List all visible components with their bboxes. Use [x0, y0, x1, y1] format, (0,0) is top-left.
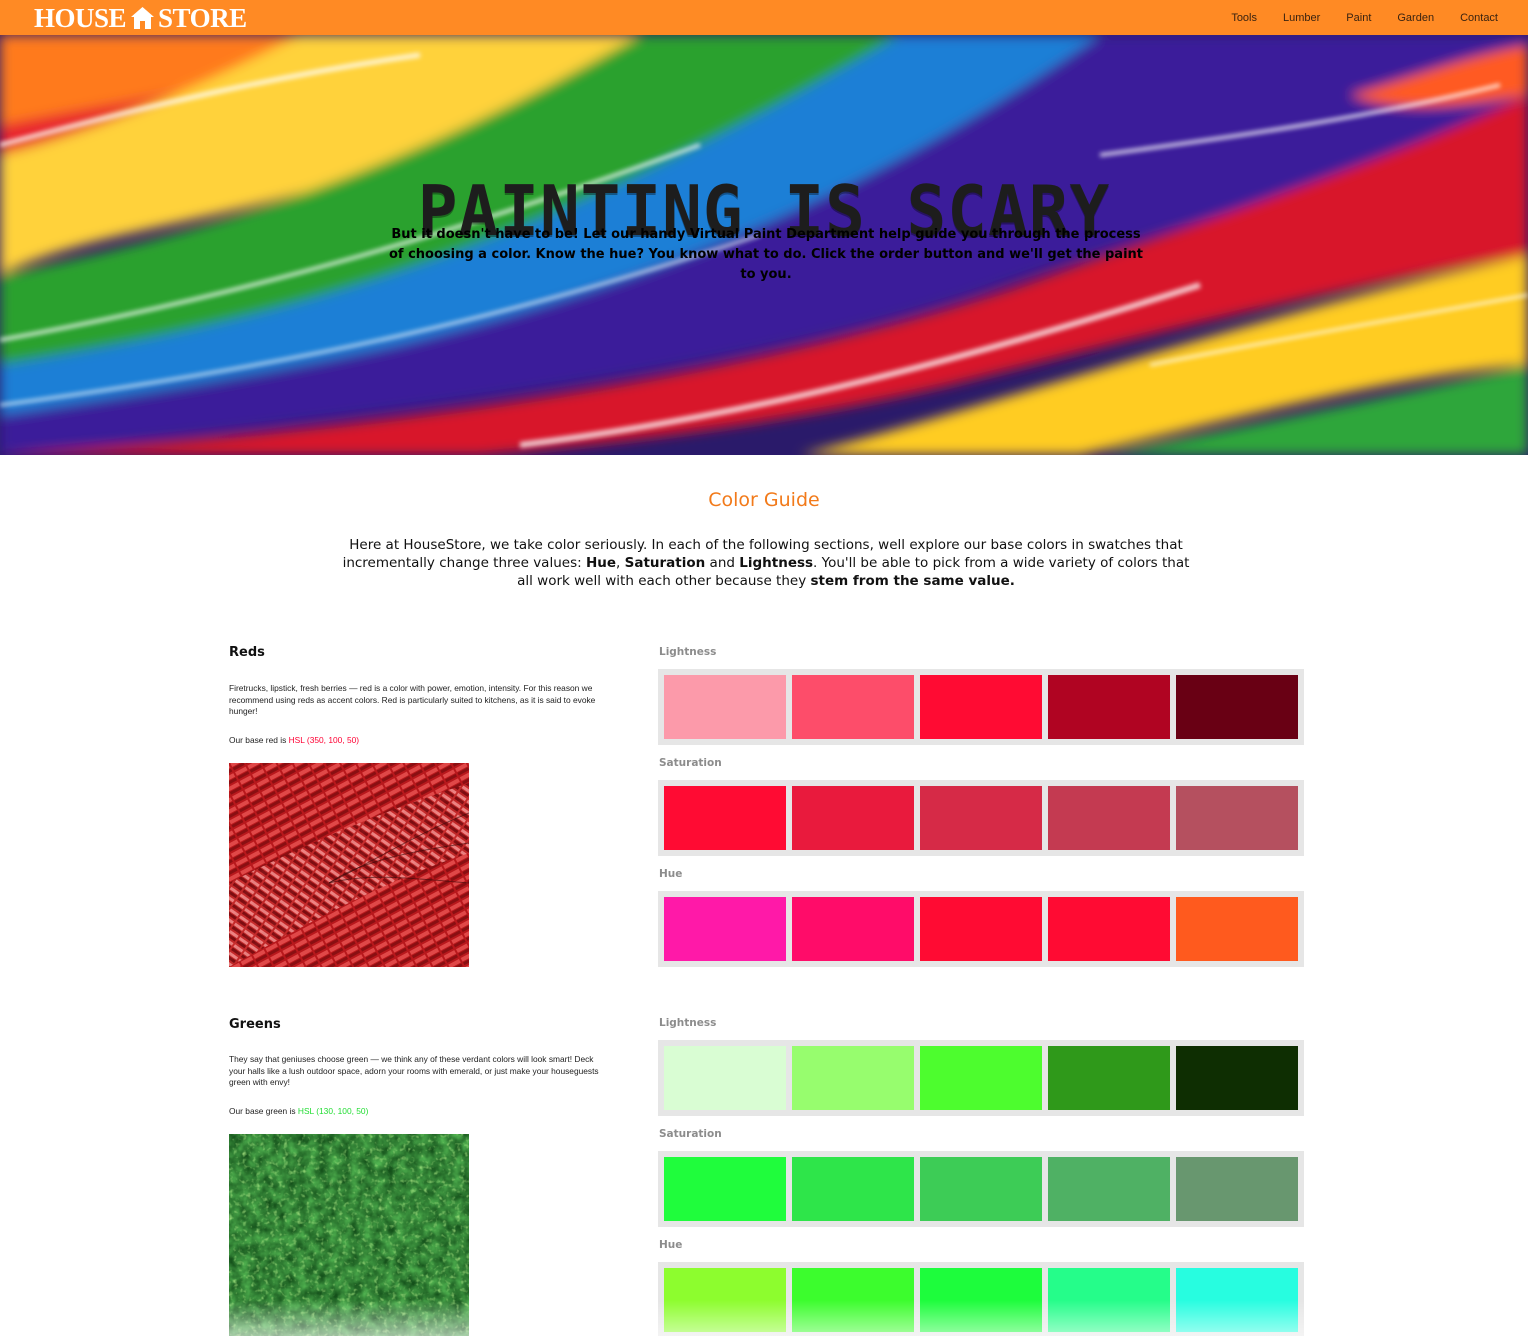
- intro-paragraph: Here at HouseStore, we take color seriou…: [338, 536, 1194, 590]
- greens-lightness-label: Lightness: [659, 1017, 717, 1029]
- reds-hue-row: [658, 891, 1304, 967]
- reds-lightness-label: Lightness: [659, 646, 717, 658]
- reds-hue-swatch-1[interactable]: [664, 897, 786, 961]
- reds-saturation-row: [658, 780, 1304, 856]
- greens-title: Greens: [229, 1017, 281, 1032]
- reds-saturation-swatch-4[interactable]: [1048, 786, 1170, 850]
- reds-saturation-swatch-3[interactable]: [920, 786, 1042, 850]
- intro-saturation: Saturation: [624, 555, 706, 571]
- reds-base-line: Our base red is HSL (350, 100, 50): [229, 735, 359, 745]
- reds-hue-label: Hue: [659, 868, 683, 880]
- greens-hue-swatch-1[interactable]: [664, 1268, 786, 1332]
- greens-base-line: Our base green is HSL (130, 100, 50): [229, 1106, 368, 1116]
- reds-photo: [229, 763, 469, 967]
- reds-hue-swatch-4[interactable]: [1048, 897, 1170, 961]
- top-nav-bar: HOUSE STORE Tools Lumber Paint Garden Co…: [0, 0, 1528, 35]
- reds-hue-swatch-2[interactable]: [792, 897, 914, 961]
- greens-lightness-swatch-5[interactable]: [1176, 1046, 1298, 1110]
- hero-text: But it doesn't have to be! Let our handy…: [388, 227, 1144, 282]
- greens-hue-swatch-4[interactable]: [1048, 1268, 1170, 1332]
- house-icon: [131, 7, 155, 29]
- reds-hue-swatch-3[interactable]: [920, 897, 1042, 961]
- greens-photo: [229, 1134, 469, 1336]
- greens-lightness-swatch-2[interactable]: [792, 1046, 914, 1110]
- greens-hue-row: [658, 1262, 1304, 1336]
- reds-description: Firetrucks, lipstick, fresh berries — re…: [229, 683, 596, 716]
- reds-lightness-swatch-2[interactable]: [792, 675, 914, 739]
- nav-contact[interactable]: Contact: [1460, 12, 1498, 24]
- logo-text-house: HOUSE: [34, 2, 127, 33]
- greens-lightness-swatch-3[interactable]: [920, 1046, 1042, 1110]
- nav-lumber[interactable]: Lumber: [1283, 12, 1320, 24]
- house-store-logo[interactable]: HOUSE STORE: [34, 2, 247, 33]
- greens-saturation-swatch-1[interactable]: [664, 1157, 786, 1221]
- greens-hue-swatch-3[interactable]: [920, 1268, 1042, 1332]
- reds-lightness-swatch-5[interactable]: [1176, 675, 1298, 739]
- nav-garden[interactable]: Garden: [1397, 12, 1434, 24]
- intro-lightness: Lightness: [739, 555, 814, 571]
- reds-base-value: HSL (350, 100, 50): [288, 735, 360, 745]
- greens-lightness-row: [658, 1040, 1304, 1116]
- reds-lightness-swatch-3[interactable]: [920, 675, 1042, 739]
- reds-lightness-swatch-1[interactable]: [664, 675, 786, 739]
- logo-text-store: STORE: [158, 2, 247, 33]
- reds-lightness-swatch-4[interactable]: [1048, 675, 1170, 739]
- greens-saturation-swatch-5[interactable]: [1176, 1157, 1298, 1221]
- intro-and: and: [705, 555, 740, 571]
- hero-banner: PAINTING IS SCARY But it doesn't have to…: [0, 35, 1528, 455]
- greens-hue-swatch-5[interactable]: [1176, 1268, 1298, 1332]
- greens-saturation-swatch-4[interactable]: [1048, 1157, 1170, 1221]
- greens-lightness-swatch-4[interactable]: [1048, 1046, 1170, 1110]
- reds-saturation-swatch-5[interactable]: [1176, 786, 1298, 850]
- reds-saturation-swatch-2[interactable]: [792, 786, 914, 850]
- greens-saturation-swatch-3[interactable]: [920, 1157, 1042, 1221]
- greens-hue-label: Hue: [659, 1239, 683, 1251]
- reds-saturation-swatch-1[interactable]: [664, 786, 786, 850]
- color-guide-title: Color Guide: [708, 489, 820, 511]
- intro-hue: Hue: [585, 555, 617, 571]
- greens-base-value: HSL (130, 100, 50): [297, 1106, 369, 1116]
- reds-saturation-label: Saturation: [659, 757, 722, 769]
- reds-base-prefix: Our base red is: [229, 735, 289, 745]
- reds-lightness-row: [658, 669, 1304, 745]
- greens-hue-swatch-2[interactable]: [792, 1268, 914, 1332]
- greens-base-prefix: Our base green is: [229, 1106, 298, 1116]
- intro-comma: ,: [616, 555, 625, 571]
- main-nav: Tools Lumber Paint Garden Contact: [1205, 0, 1498, 35]
- intro-stem: stem from the same value.: [810, 573, 1015, 589]
- reds-hue-swatch-5[interactable]: [1176, 897, 1298, 961]
- nav-tools[interactable]: Tools: [1231, 12, 1257, 24]
- reds-title: Reds: [229, 645, 265, 660]
- greens-saturation-row: [658, 1151, 1304, 1227]
- greens-description: They say that geniuses choose green — we…: [229, 1054, 599, 1087]
- greens-saturation-label: Saturation: [659, 1128, 722, 1140]
- nav-paint[interactable]: Paint: [1346, 12, 1371, 24]
- greens-saturation-swatch-2[interactable]: [792, 1157, 914, 1221]
- greens-lightness-swatch-1[interactable]: [664, 1046, 786, 1110]
